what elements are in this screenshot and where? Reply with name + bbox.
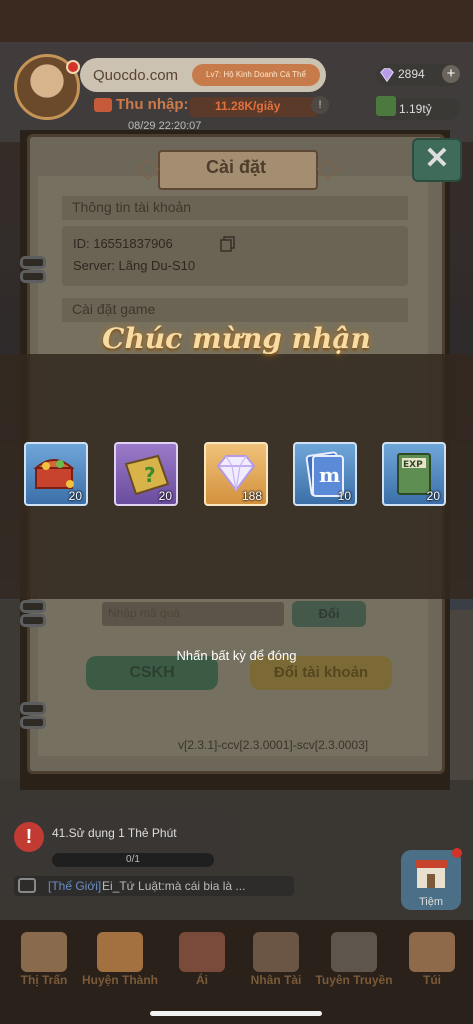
- version-text: v[2.3.1]-ccv[2.3.0001]-scv[2.3.0003]: [178, 738, 369, 752]
- redeem-label: Đổi: [318, 606, 340, 621]
- projector-icon: [331, 932, 377, 972]
- binder-ring: [20, 270, 46, 283]
- add-gems-button[interactable]: +: [442, 65, 460, 83]
- tap-to-close-hint: Nhấn bất kỳ để đóng: [176, 648, 297, 663]
- tv-icon: [97, 932, 143, 972]
- nav-label: Huyện Thành: [81, 973, 158, 987]
- bag-icon: [409, 932, 455, 972]
- cash-icon: [376, 96, 396, 116]
- binder-ring: [20, 600, 46, 613]
- sewing-machine-icon: [179, 932, 225, 972]
- quest-title: 41.Sử dụng 1 Thẻ Phút: [52, 826, 177, 840]
- house-icon: [21, 932, 67, 972]
- chat-message: Ei_Tứ Luật:mà cái bia là ...: [102, 879, 246, 893]
- nav-label: Tuyên Truyền: [315, 973, 393, 987]
- income-value: 11.28K/giây: [215, 99, 281, 113]
- username: Quocdo.com: [93, 67, 179, 84]
- reward-item[interactable]: m 10: [293, 442, 357, 506]
- svg-text:EXP: EXP: [403, 460, 423, 470]
- binder-ring: [20, 614, 46, 627]
- nav-label: Túi: [423, 973, 441, 987]
- reward-qty: 188: [241, 489, 262, 503]
- reward-qty: 10: [337, 489, 351, 503]
- binder-ring: [20, 716, 46, 729]
- cash-value: 1.19tỷ: [399, 102, 432, 116]
- copy-icon[interactable]: [219, 235, 237, 253]
- money-icon: [94, 98, 112, 112]
- reward-qty: 20: [158, 489, 172, 503]
- svg-text:?: ?: [144, 463, 156, 487]
- binder-ring: [20, 256, 46, 269]
- nav-label: Ái: [196, 973, 208, 987]
- quest-progress-text: 0/1: [126, 854, 140, 865]
- info-icon[interactable]: !: [311, 96, 329, 114]
- settings-title: Cài đặt: [205, 157, 266, 177]
- gem-icon: [380, 68, 394, 83]
- reward-qty: 20: [68, 489, 82, 503]
- svg-text:m: m: [319, 463, 340, 487]
- reward-title: Chúc mừng nhận: [102, 322, 371, 355]
- reward-item[interactable]: 20: [24, 442, 88, 506]
- reward-item[interactable]: ? 20: [114, 442, 178, 506]
- section-account-label: Thông tin tài khoản: [72, 199, 192, 215]
- person-icon: [253, 932, 299, 972]
- alert-icon: !: [14, 822, 44, 852]
- shop-label: Tiệm: [418, 896, 444, 908]
- support-label: CSKH: [129, 664, 175, 681]
- switch-account-label: Đổi tài khoản: [273, 664, 369, 681]
- nav-item-talent[interactable]: Nhân Tài: [236, 932, 316, 987]
- nav-item-ai[interactable]: Ái: [162, 932, 242, 987]
- nav-item-promotion[interactable]: Tuyên Truyền: [314, 932, 394, 987]
- user-id: ID: 16551837906: [73, 236, 173, 251]
- top-band: [0, 0, 473, 42]
- section-game-label: Cài đặt game: [72, 301, 156, 317]
- gift-code-placeholder: Nhập mã quà: [108, 606, 181, 620]
- notification-dot: [66, 60, 80, 74]
- binder-ring: [20, 702, 46, 715]
- home-indicator[interactable]: [150, 1011, 322, 1016]
- notification-dot: [452, 848, 462, 858]
- reward-item[interactable]: 188: [204, 442, 268, 506]
- close-button[interactable]: ✕: [412, 138, 462, 182]
- gem-value: 2894: [398, 67, 425, 81]
- nav-item-city[interactable]: Huyện Thành: [80, 932, 160, 987]
- chat-channel: [Thế Giới]: [48, 879, 102, 893]
- nav-item-bag[interactable]: Túi: [392, 932, 472, 987]
- shop-icon: [415, 860, 447, 888]
- nav-item-town[interactable]: Thị Trấn: [4, 932, 84, 987]
- reward-qty: 20: [426, 489, 440, 503]
- income-label: Thu nhập:: [116, 96, 189, 113]
- nav-label: Nhân Tài: [250, 973, 302, 987]
- rank-badge[interactable]: Lv7: Hộ Kinh Doanh Cá Thể: [192, 64, 320, 86]
- chat-icon: [18, 878, 36, 893]
- server-name: Server: Lãng Du-S10: [73, 258, 196, 273]
- reward-item[interactable]: EXP 20: [382, 442, 446, 506]
- nav-label: Thị Trấn: [20, 973, 68, 987]
